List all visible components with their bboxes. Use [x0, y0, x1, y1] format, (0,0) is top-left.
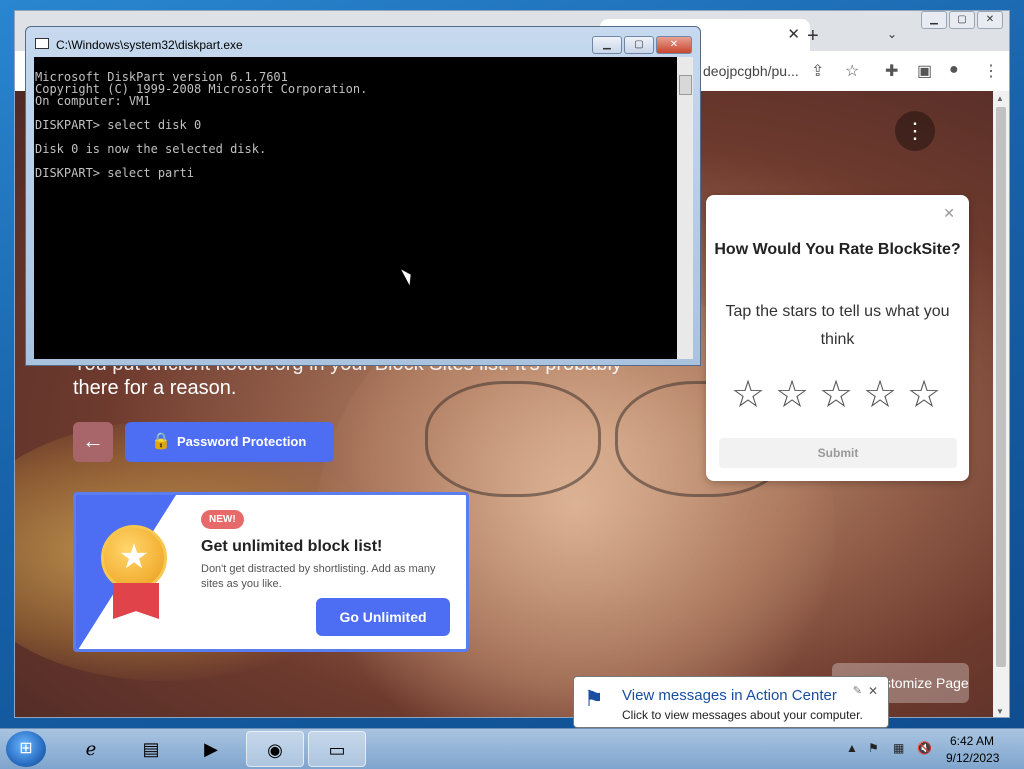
action-center-balloon[interactable]: ⚑ View messages in Action Center Click t…	[573, 676, 889, 728]
star-5-icon[interactable]: ☆	[906, 375, 942, 415]
new-tab-icon[interactable]: +	[807, 25, 819, 48]
minimize-button[interactable]: ▁	[921, 11, 947, 29]
console-close-button[interactable]: ✕	[656, 36, 692, 54]
network-icon[interactable]: ▦	[893, 741, 904, 755]
taskbar: ⊞ ℯ ▤ ▶ ◉ ▭ ▲ ⚑ ▦ 🔇 6:42 AM 9/12/2023	[0, 728, 1024, 769]
diskpart-console-window: C:\Windows\system32\diskpart.exe ▁ ▢ ✕ M…	[25, 26, 701, 366]
rating-close-icon[interactable]: ✕	[943, 205, 955, 222]
scroll-up-icon[interactable]: ▲	[996, 94, 1004, 103]
lock-icon: 🔒	[151, 433, 171, 450]
chrome-window-controls: ▁ ▢ ✕	[921, 11, 1003, 29]
new-badge: NEW!	[201, 510, 244, 529]
rating-title: How Would You Rate BlockSite?	[714, 241, 961, 258]
volume-muted-icon[interactable]: 🔇	[917, 741, 932, 755]
medal-star-icon: ★	[101, 525, 167, 591]
file-explorer-icon[interactable]: ▤	[122, 731, 180, 767]
back-button[interactable]: ←	[73, 422, 113, 462]
page-scrollbar[interactable]: ▲ ▼	[993, 91, 1009, 717]
scroll-down-icon[interactable]: ▼	[996, 707, 1004, 716]
console-text: Microsoft DiskPart version 6.1.7601 Copy…	[35, 70, 368, 180]
star-2-icon[interactable]: ☆	[774, 375, 810, 415]
rating-dialog: ✕ How Would You Rate BlockSite? Tap the …	[706, 195, 969, 481]
clock-time[interactable]: 6:42 AM	[950, 734, 994, 748]
extensions-icon[interactable]: ✚	[885, 61, 898, 81]
console-scrollbar[interactable]	[677, 57, 693, 359]
promo-card: ★ NEW! Get unlimited block list! Don't g…	[73, 492, 469, 652]
action-center-flag-icon: ⚑	[584, 686, 604, 711]
blocked-message-line2: there for a reason.	[73, 377, 237, 399]
promo-description: Don't get distracted by shortlisting. Ad…	[201, 563, 436, 590]
menu-kebab-icon[interactable]: ⋮	[983, 61, 999, 81]
internet-explorer-icon[interactable]: ℯ	[62, 731, 120, 767]
chrome-taskbar-icon[interactable]: ◉	[246, 731, 304, 767]
console-scroll-thumb[interactable]	[679, 75, 692, 95]
page-menu-icon[interactable]: ⋮	[895, 111, 935, 151]
start-button[interactable]: ⊞	[6, 731, 46, 767]
tab-close-icon[interactable]: ✕	[787, 25, 800, 43]
media-player-icon[interactable]: ▶	[182, 731, 240, 767]
balloon-title[interactable]: View messages in Action Center	[622, 687, 837, 704]
console-window-controls: ▁ ▢ ✕	[592, 36, 692, 54]
maximize-button[interactable]: ▢	[949, 11, 975, 29]
clock-date[interactable]: 9/12/2023	[946, 751, 999, 765]
console-maximize-button[interactable]: ▢	[624, 36, 654, 54]
submit-button[interactable]: Submit	[719, 438, 957, 468]
console-output[interactable]: Microsoft DiskPart version 6.1.7601 Copy…	[34, 57, 677, 359]
scroll-thumb[interactable]	[996, 107, 1006, 667]
bookmark-star-icon[interactable]: ☆	[845, 61, 859, 81]
console-app-icon	[35, 38, 49, 49]
profile-icon[interactable]: ●	[949, 61, 959, 79]
star-3-icon[interactable]: ☆	[818, 375, 854, 415]
console-taskbar-icon[interactable]: ▭	[308, 731, 366, 767]
password-protection-label: Password Protection	[177, 434, 307, 449]
close-button[interactable]: ✕	[977, 11, 1003, 29]
star-rating: ☆ ☆ ☆ ☆ ☆	[730, 375, 942, 415]
tab-search-chevron-icon[interactable]: ⌄	[887, 27, 897, 41]
action-center-tray-icon[interactable]: ⚑	[868, 741, 879, 755]
promo-title: Get unlimited block list!	[201, 538, 383, 555]
wrench-icon[interactable]: ✎	[853, 684, 862, 697]
password-protection-button[interactable]: 🔒 Password Protection	[125, 422, 334, 462]
background-glasses-left	[425, 381, 601, 497]
arrow-left-icon: ←	[82, 428, 104, 453]
console-minimize-button[interactable]: ▁	[592, 36, 622, 54]
balloon-text: Click to view messages about your comput…	[622, 708, 863, 722]
star-4-icon[interactable]: ☆	[862, 375, 898, 415]
address-bar-text[interactable]: deojpcgbh/pu...	[703, 63, 799, 79]
side-panel-icon[interactable]: ▣	[917, 61, 932, 81]
share-icon[interactable]: ⇪	[811, 61, 824, 81]
balloon-close-icon[interactable]: ✕	[868, 684, 878, 698]
console-title: C:\Windows\system32\diskpart.exe	[56, 38, 243, 52]
rating-subtitle: Tap the stars to tell us what you think	[725, 303, 950, 348]
show-hidden-icons-icon[interactable]: ▲	[846, 741, 858, 755]
star-1-icon[interactable]: ☆	[730, 375, 766, 415]
go-unlimited-button[interactable]: Go Unlimited	[316, 598, 450, 636]
